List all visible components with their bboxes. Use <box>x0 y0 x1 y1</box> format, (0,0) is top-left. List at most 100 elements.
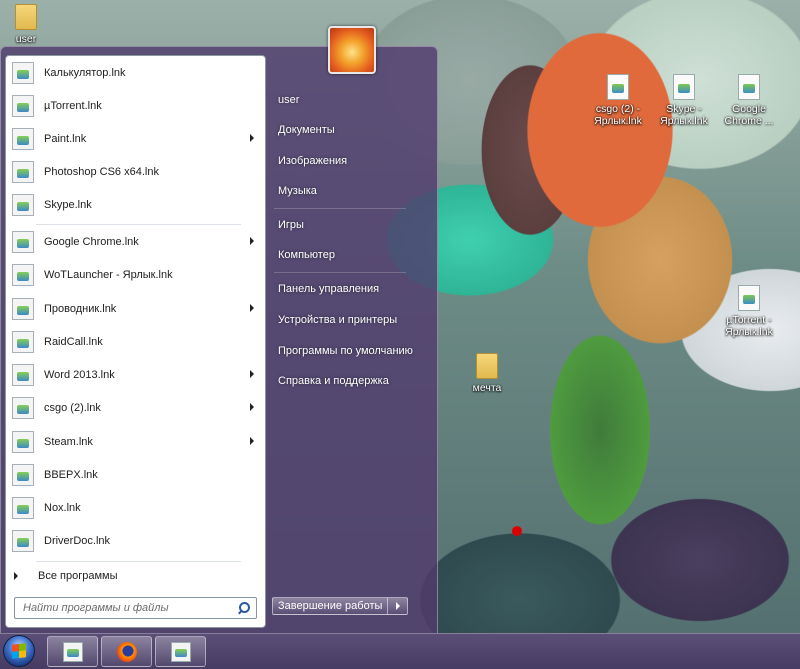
all-programs-label: Все программы <box>38 570 118 582</box>
program-icon <box>12 497 34 519</box>
program-item-utorrent[interactable]: µTorrent.lnk <box>9 91 262 121</box>
shortcut-icon <box>607 74 629 100</box>
program-icon <box>12 62 34 84</box>
right-item-default-programs[interactable]: Программы по умолчанию <box>278 345 413 357</box>
submenu-arrow-icon[interactable] <box>250 437 254 445</box>
program-icon <box>12 331 34 353</box>
program-item-wotlauncher[interactable]: WoTLauncher - Ярлык.lnk <box>9 260 262 290</box>
shortcut-icon <box>738 285 760 311</box>
file-icon <box>63 642 83 662</box>
search-icon[interactable] <box>236 600 252 616</box>
program-item-explorer[interactable]: Проводник.lnk <box>9 294 262 324</box>
taskbar-button-file[interactable] <box>47 636 98 667</box>
shutdown-options-arrow-icon[interactable] <box>388 597 409 615</box>
user-avatar[interactable] <box>328 26 376 74</box>
program-label: csgo (2).lnk <box>44 402 101 414</box>
program-icon <box>12 298 34 320</box>
search-input[interactable] <box>23 602 236 614</box>
program-icon <box>12 161 34 183</box>
desktop-icon-label: мечта <box>472 382 502 394</box>
desktop-icon-skype[interactable]: Skype - Ярлык.lnk <box>654 74 714 127</box>
desktop-icon-label: user <box>15 33 37 45</box>
program-item-photoshop[interactable]: Photoshop CS6 x64.lnk <box>9 157 262 187</box>
program-icon <box>12 128 34 150</box>
right-item-pictures[interactable]: Изображения <box>278 155 347 167</box>
program-label: Проводник.lnk <box>44 303 117 315</box>
program-item-steam[interactable]: Steam.lnk <box>9 427 262 457</box>
program-icon <box>12 231 34 253</box>
program-icon <box>12 464 34 486</box>
program-list-divider <box>36 224 241 225</box>
program-label: Nox.lnk <box>44 502 81 514</box>
desktop-icon-label: csgo (2) - Ярлык.lnk <box>594 103 642 127</box>
start-menu: Калькулятор.lnk µTorrent.lnk Paint.lnk P… <box>0 46 438 634</box>
desktop-icon-chrome[interactable]: Google Chrome ... <box>719 74 779 127</box>
program-label: Калькулятор.lnk <box>44 67 126 79</box>
program-item-csgo[interactable]: csgo (2).lnk <box>9 393 262 423</box>
folder-icon <box>15 4 37 30</box>
program-icon <box>12 530 34 552</box>
program-label: BBEPX.lnk <box>44 469 98 481</box>
program-item-word[interactable]: Word 2013.lnk <box>9 360 262 390</box>
shutdown-group: Завершение работы <box>272 597 409 615</box>
program-icon <box>12 264 34 286</box>
shortcut-icon <box>738 74 760 100</box>
program-label: Word 2013.lnk <box>44 369 115 381</box>
start-button[interactable] <box>0 634 40 669</box>
program-item-chrome[interactable]: Google Chrome.lnk <box>9 227 262 257</box>
right-pane-divider <box>274 208 406 209</box>
expand-arrow-icon <box>14 572 18 580</box>
desktop-icon-label: µTorrent - Ярлык.lnk <box>725 314 773 338</box>
submenu-arrow-icon[interactable] <box>250 237 254 245</box>
windows-logo-icon <box>12 643 26 659</box>
program-label: Steam.lnk <box>44 436 93 448</box>
submenu-arrow-icon[interactable] <box>250 370 254 378</box>
right-item-devices-printers[interactable]: Устройства и принтеры <box>278 314 397 326</box>
program-item-nox[interactable]: Nox.lnk <box>9 493 262 523</box>
program-icon <box>12 194 34 216</box>
program-label: Paint.lnk <box>44 133 87 145</box>
program-label: WoTLauncher - Ярлык.lnk <box>44 269 173 281</box>
program-label: Photoshop CS6 x64.lnk <box>44 166 159 178</box>
submenu-arrow-icon[interactable] <box>250 304 254 312</box>
submenu-arrow-icon[interactable] <box>250 134 254 142</box>
program-label: µTorrent.lnk <box>44 100 102 112</box>
right-item-control-panel[interactable]: Панель управления <box>278 283 379 295</box>
firefox-icon <box>117 642 137 662</box>
right-item-help-support[interactable]: Справка и поддержка <box>278 375 389 387</box>
all-programs-button[interactable]: Все программы <box>14 567 117 585</box>
program-label: Google Chrome.lnk <box>44 236 139 248</box>
taskbar-button-file-2[interactable] <box>155 636 206 667</box>
right-item-computer[interactable]: Компьютер <box>278 249 335 261</box>
submenu-arrow-icon[interactable] <box>250 403 254 411</box>
shutdown-button[interactable]: Завершение работы <box>272 597 389 615</box>
program-item-calculator[interactable]: Калькулятор.lnk <box>9 58 262 88</box>
desktop-icon-user[interactable]: user <box>0 4 56 45</box>
program-item-raidcall[interactable]: RaidCall.lnk <box>9 327 262 357</box>
program-icon <box>12 431 34 453</box>
right-item-games[interactable]: Игры <box>278 219 304 231</box>
search-box[interactable] <box>14 597 257 619</box>
desktop-icon-label: Google Chrome ... <box>724 103 774 127</box>
wallpaper-dot <box>512 526 522 536</box>
desktop-icon-utorrent[interactable]: µTorrent - Ярлык.lnk <box>719 285 779 338</box>
shortcut-icon <box>673 74 695 100</box>
program-label: Skype.lnk <box>44 199 92 211</box>
program-list-divider <box>36 561 241 562</box>
program-icon <box>12 397 34 419</box>
program-item-skype[interactable]: Skype.lnk <box>9 190 262 220</box>
right-pane-divider <box>274 272 406 273</box>
program-icon <box>12 95 34 117</box>
right-item-music[interactable]: Музыка <box>278 185 317 197</box>
taskbar-button-firefox[interactable] <box>101 636 152 667</box>
right-item-user[interactable]: user <box>278 94 299 106</box>
program-item-driverdoc[interactable]: DriverDoc.lnk <box>9 526 262 556</box>
right-item-documents[interactable]: Документы <box>278 124 335 136</box>
program-icon <box>12 364 34 386</box>
desktop-icon-mechta[interactable]: мечта <box>457 353 517 394</box>
desktop-icon-csgo[interactable]: csgo (2) - Ярлык.lnk <box>588 74 648 127</box>
program-item-bbepx[interactable]: BBEPX.lnk <box>9 460 262 490</box>
program-label: DriverDoc.lnk <box>44 535 111 547</box>
file-icon <box>171 642 191 662</box>
program-item-paint[interactable]: Paint.lnk <box>9 124 262 154</box>
